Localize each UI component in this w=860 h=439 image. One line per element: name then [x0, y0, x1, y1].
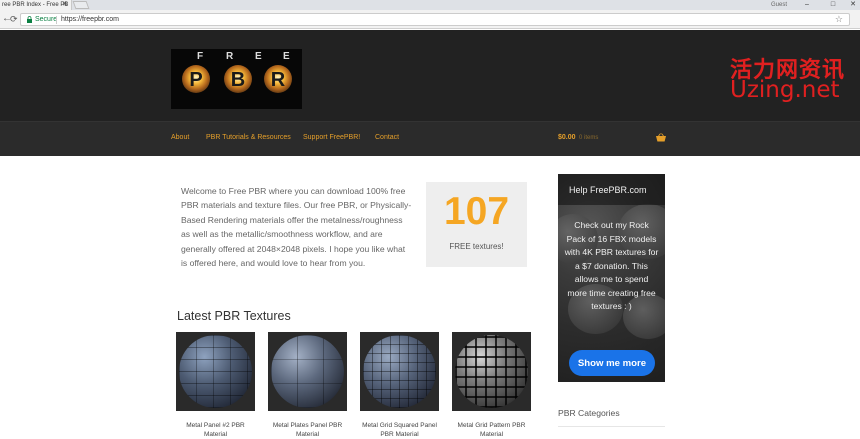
product-thumbnail[interactable]	[360, 332, 439, 411]
secure-label: Secure	[35, 16, 58, 23]
product-card[interactable]: Metal Grid Pattern PBR Material	[452, 332, 531, 439]
logo-orb: P	[182, 65, 210, 93]
categories-heading: PBR Categories	[558, 408, 620, 418]
nav-link-about[interactable]: About	[171, 134, 189, 141]
logo-letter: F	[197, 51, 204, 62]
reload-icon[interactable]: ⟳	[10, 14, 18, 24]
nav-link-contact[interactable]: Contact	[375, 134, 399, 141]
url-text: https://freepbr.com	[61, 16, 119, 23]
product-title[interactable]: Metal Grid Pattern PBR Material	[452, 422, 531, 439]
browser-tab[interactable]: ree PBR Index - Free PB ✕	[0, 0, 72, 10]
nav-link-support[interactable]: Support FreePBR!	[303, 134, 360, 141]
promo-title: Help FreePBR.com	[558, 174, 665, 205]
cart-total[interactable]: $0.00	[558, 134, 576, 141]
product-card[interactable]: Metal Grid Squared Panel PBR Material	[360, 332, 439, 439]
show-me-more-button[interactable]: Show me more	[569, 350, 655, 376]
logo-orb: R	[264, 65, 292, 93]
profile-label[interactable]: Guest	[771, 0, 787, 10]
cart-item-count[interactable]: 0 items	[579, 135, 598, 141]
primary-navigation: About PBR Tutorials & Resources Support …	[0, 121, 860, 156]
tab-close-icon[interactable]: ✕	[62, 0, 68, 10]
product-card[interactable]: Metal Panel #2 PBR Material	[176, 332, 255, 439]
logo-letter: R	[226, 51, 234, 62]
tab-title: ree PBR Index - Free PB	[2, 2, 69, 8]
product-thumbnail[interactable]	[176, 332, 255, 411]
address-bar: ← ⟳ Secure https://freepbr.com ☆	[0, 10, 860, 29]
close-window-icon[interactable]: ✕	[846, 0, 860, 10]
site-logo[interactable]: F R E E P B R	[171, 49, 302, 109]
product-card[interactable]: Metal Plates Panel PBR Material	[268, 332, 347, 439]
logo-letter: E	[283, 51, 290, 62]
logo-letter: B	[230, 69, 246, 91]
bookmark-star-icon[interactable]: ☆	[835, 14, 843, 25]
shopping-basket-icon[interactable]	[656, 133, 666, 142]
categories-divider	[558, 426, 665, 427]
product-thumbnail[interactable]	[452, 332, 531, 411]
product-title[interactable]: Metal Plates Panel PBR Material	[268, 422, 347, 439]
donation-promo: Help FreePBR.com Check out my Rock Pack …	[558, 174, 665, 382]
nav-link-tutorials[interactable]: PBR Tutorials & Resources	[206, 134, 291, 141]
product-thumbnail[interactable]	[268, 332, 347, 411]
product-title[interactable]: Metal Grid Squared Panel PBR Material	[360, 422, 439, 439]
texture-count: 107	[443, 190, 510, 233]
texture-sphere-image	[455, 335, 528, 408]
texture-sphere-image	[179, 335, 252, 408]
browser-tab-bar: ree PBR Index - Free PB ✕ Guest – □ ✕	[0, 0, 860, 10]
texture-count-label: FREE textures!	[449, 242, 504, 251]
omnibox-divider	[56, 16, 57, 24]
logo-orb: B	[224, 65, 252, 93]
promo-text: Check out my Rock Pack of 16 FBX models …	[564, 220, 659, 311]
site-header: F R E E P B R 活力网资讯 Uzing.net	[0, 30, 860, 121]
product-title[interactable]: Metal Panel #2 PBR Material	[176, 422, 255, 439]
lock-icon	[27, 16, 32, 23]
texture-counter: 107 FREE textures!	[426, 182, 527, 267]
new-tab-button[interactable]	[72, 1, 90, 9]
minimize-icon[interactable]: –	[800, 0, 814, 10]
url-input[interactable]: Secure https://freepbr.com ☆	[20, 13, 850, 26]
logo-letter: P	[189, 69, 203, 91]
texture-sphere-image	[363, 335, 436, 408]
watermark-text: Uzing.net	[730, 77, 840, 103]
logo-letter: R	[270, 69, 286, 91]
texture-sphere-image	[271, 335, 344, 408]
maximize-icon[interactable]: □	[826, 0, 840, 10]
latest-textures-heading: Latest PBR Textures	[177, 309, 291, 323]
intro-paragraph: Welcome to Free PBR where you can downlo…	[181, 186, 412, 269]
logo-letter: E	[255, 51, 262, 62]
